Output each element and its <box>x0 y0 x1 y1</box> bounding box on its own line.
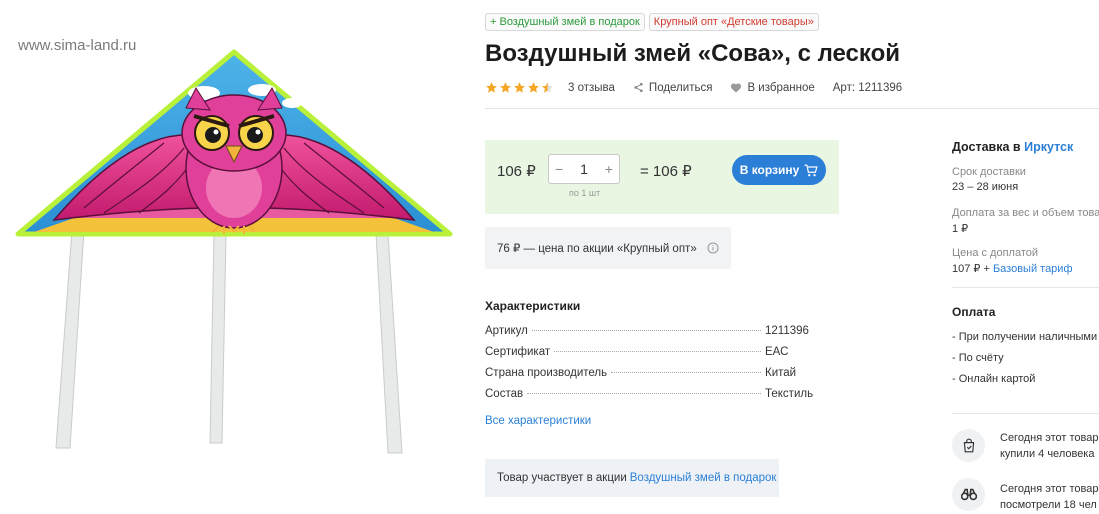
rating-stars[interactable] <box>485 81 554 94</box>
owl-kite-illustration <box>15 49 453 454</box>
quantity-stepper[interactable]: − 1 + <box>548 154 620 184</box>
stat-line: купили 4 человека <box>1000 448 1095 460</box>
product-title: Воздушный змей «Сова», с леской <box>485 40 900 67</box>
delivery-term-value: 23 – 28 июня <box>952 181 1019 193</box>
characteristic-value: 1211396 <box>765 325 809 337</box>
dotted-leader <box>527 393 761 394</box>
total-with-charge-label: Цена с доплатой <box>952 247 1039 259</box>
favorite-label: В избранное <box>747 81 815 94</box>
cart-icon <box>804 164 818 176</box>
dotted-leader <box>554 351 761 352</box>
characteristic-value: Китай <box>765 367 797 379</box>
promo-tags: + Воздушный змей в подарок Крупный опт «… <box>485 13 819 31</box>
city-selector[interactable]: Иркутск <box>1024 140 1073 154</box>
star-full-icon <box>528 82 539 93</box>
characteristics-row: Страна производитель Китай <box>485 367 839 388</box>
divider <box>952 287 1099 288</box>
characteristics-table: Артикул 1211396 Сертификат ЕАС Страна пр… <box>485 325 839 409</box>
stat-line: посмотрели 18 чел <box>1000 499 1097 511</box>
star-half-icon <box>542 82 553 93</box>
payment-option: - При получении наличными <box>952 331 1098 343</box>
decrease-button[interactable]: − <box>555 161 563 177</box>
characteristic-key: Состав <box>485 388 524 400</box>
add-to-cart-label: В корзину <box>739 163 800 177</box>
dotted-leader <box>611 372 761 373</box>
dotted-leader <box>531 330 761 331</box>
increase-button[interactable]: + <box>605 161 613 177</box>
purchases-today-stat: Сегодня этот товар купили 4 человека <box>1000 430 1098 462</box>
shopping-bag-icon <box>952 429 985 462</box>
star-full-icon <box>500 82 511 93</box>
characteristics-row: Состав Текстиль <box>485 388 839 409</box>
characteristic-value: Текстиль <box>765 388 814 400</box>
characteristic-key: Артикул <box>485 325 528 337</box>
product-image[interactable] <box>14 48 464 458</box>
characteristics-row: Сертификат ЕАС <box>485 346 839 367</box>
tariff-link[interactable]: Базовый тариф <box>993 263 1073 275</box>
reviews-link[interactable]: 3 отзыва <box>568 82 615 94</box>
delivery-sidebar: Доставка в Иркутск Срок доставки 23 – 28… <box>952 0 1099 514</box>
total-with-charge-value: 107 ₽ + Базовый тариф <box>952 262 1073 275</box>
add-to-cart-button[interactable]: В корзину <box>732 155 826 185</box>
binoculars-icon <box>952 478 985 511</box>
characteristics-row: Артикул 1211396 <box>485 325 839 346</box>
payment-option: - По счёту <box>952 352 1004 364</box>
star-full-icon <box>486 82 497 93</box>
info-icon[interactable] <box>707 242 719 254</box>
divider <box>952 413 1099 414</box>
characteristic-key: Страна производитель <box>485 367 608 379</box>
characteristics-title: Характеристики <box>485 299 581 313</box>
promo-action-box: Товар участвует в акции Воздушный змей в… <box>485 459 779 497</box>
promo-price-box: 76 ₽ — цена по акции «Крупный опт» <box>485 227 731 269</box>
stat-line: Сегодня этот товар <box>1000 483 1099 495</box>
article-number: Арт: 1211396 <box>832 81 903 94</box>
promo-price-text: 76 ₽ — цена по акции «Крупный опт» <box>497 243 697 255</box>
characteristic-key: Сертификат <box>485 346 551 358</box>
favorite-button[interactable]: В избранное <box>730 81 815 94</box>
stat-line: Сегодня этот товар <box>1000 432 1099 444</box>
extra-charge-label: Доплата за вес и объем това <box>952 207 1099 219</box>
delivery-heading: Доставка в Иркутск <box>952 140 1073 154</box>
step-note: по 1 шт <box>569 188 601 198</box>
total-price: = 106 ₽ <box>640 163 692 180</box>
quantity-input[interactable]: 1 <box>580 161 588 177</box>
share-icon <box>634 82 643 93</box>
promo-action-link[interactable]: Воздушный змей в подарок <box>630 472 777 484</box>
unit-price: 106 ₽ <box>497 163 536 180</box>
wholesale-promo-tag[interactable]: Крупный опт «Детские товары» <box>648 13 819 31</box>
gift-promo-tag[interactable]: + Воздушный змей в подарок <box>485 13 645 31</box>
delivery-label: Доставка в <box>952 140 1021 154</box>
all-characteristics-link[interactable]: Все характеристики <box>485 415 591 427</box>
total-with-charge-amount: 107 ₽ + <box>952 263 990 275</box>
views-today-stat: Сегодня этот товар посмотрели 18 чел <box>1000 481 1098 513</box>
payment-option: - Онлайн картой <box>952 373 1036 385</box>
buy-box: 106 ₽ − 1 + по 1 шт = 106 ₽ В корзину <box>485 140 839 214</box>
delivery-term-label: Срок доставки <box>952 166 1026 178</box>
star-full-icon <box>514 82 525 93</box>
share-button[interactable]: Поделиться <box>633 81 713 94</box>
share-label: Поделиться <box>648 81 713 94</box>
payment-title: Оплата <box>952 305 996 319</box>
characteristic-value: ЕАС <box>765 346 789 358</box>
heart-icon <box>731 83 742 93</box>
extra-charge-value: 1 ₽ <box>952 223 969 235</box>
promo-action-text: Товар участвует в акции <box>497 472 627 484</box>
